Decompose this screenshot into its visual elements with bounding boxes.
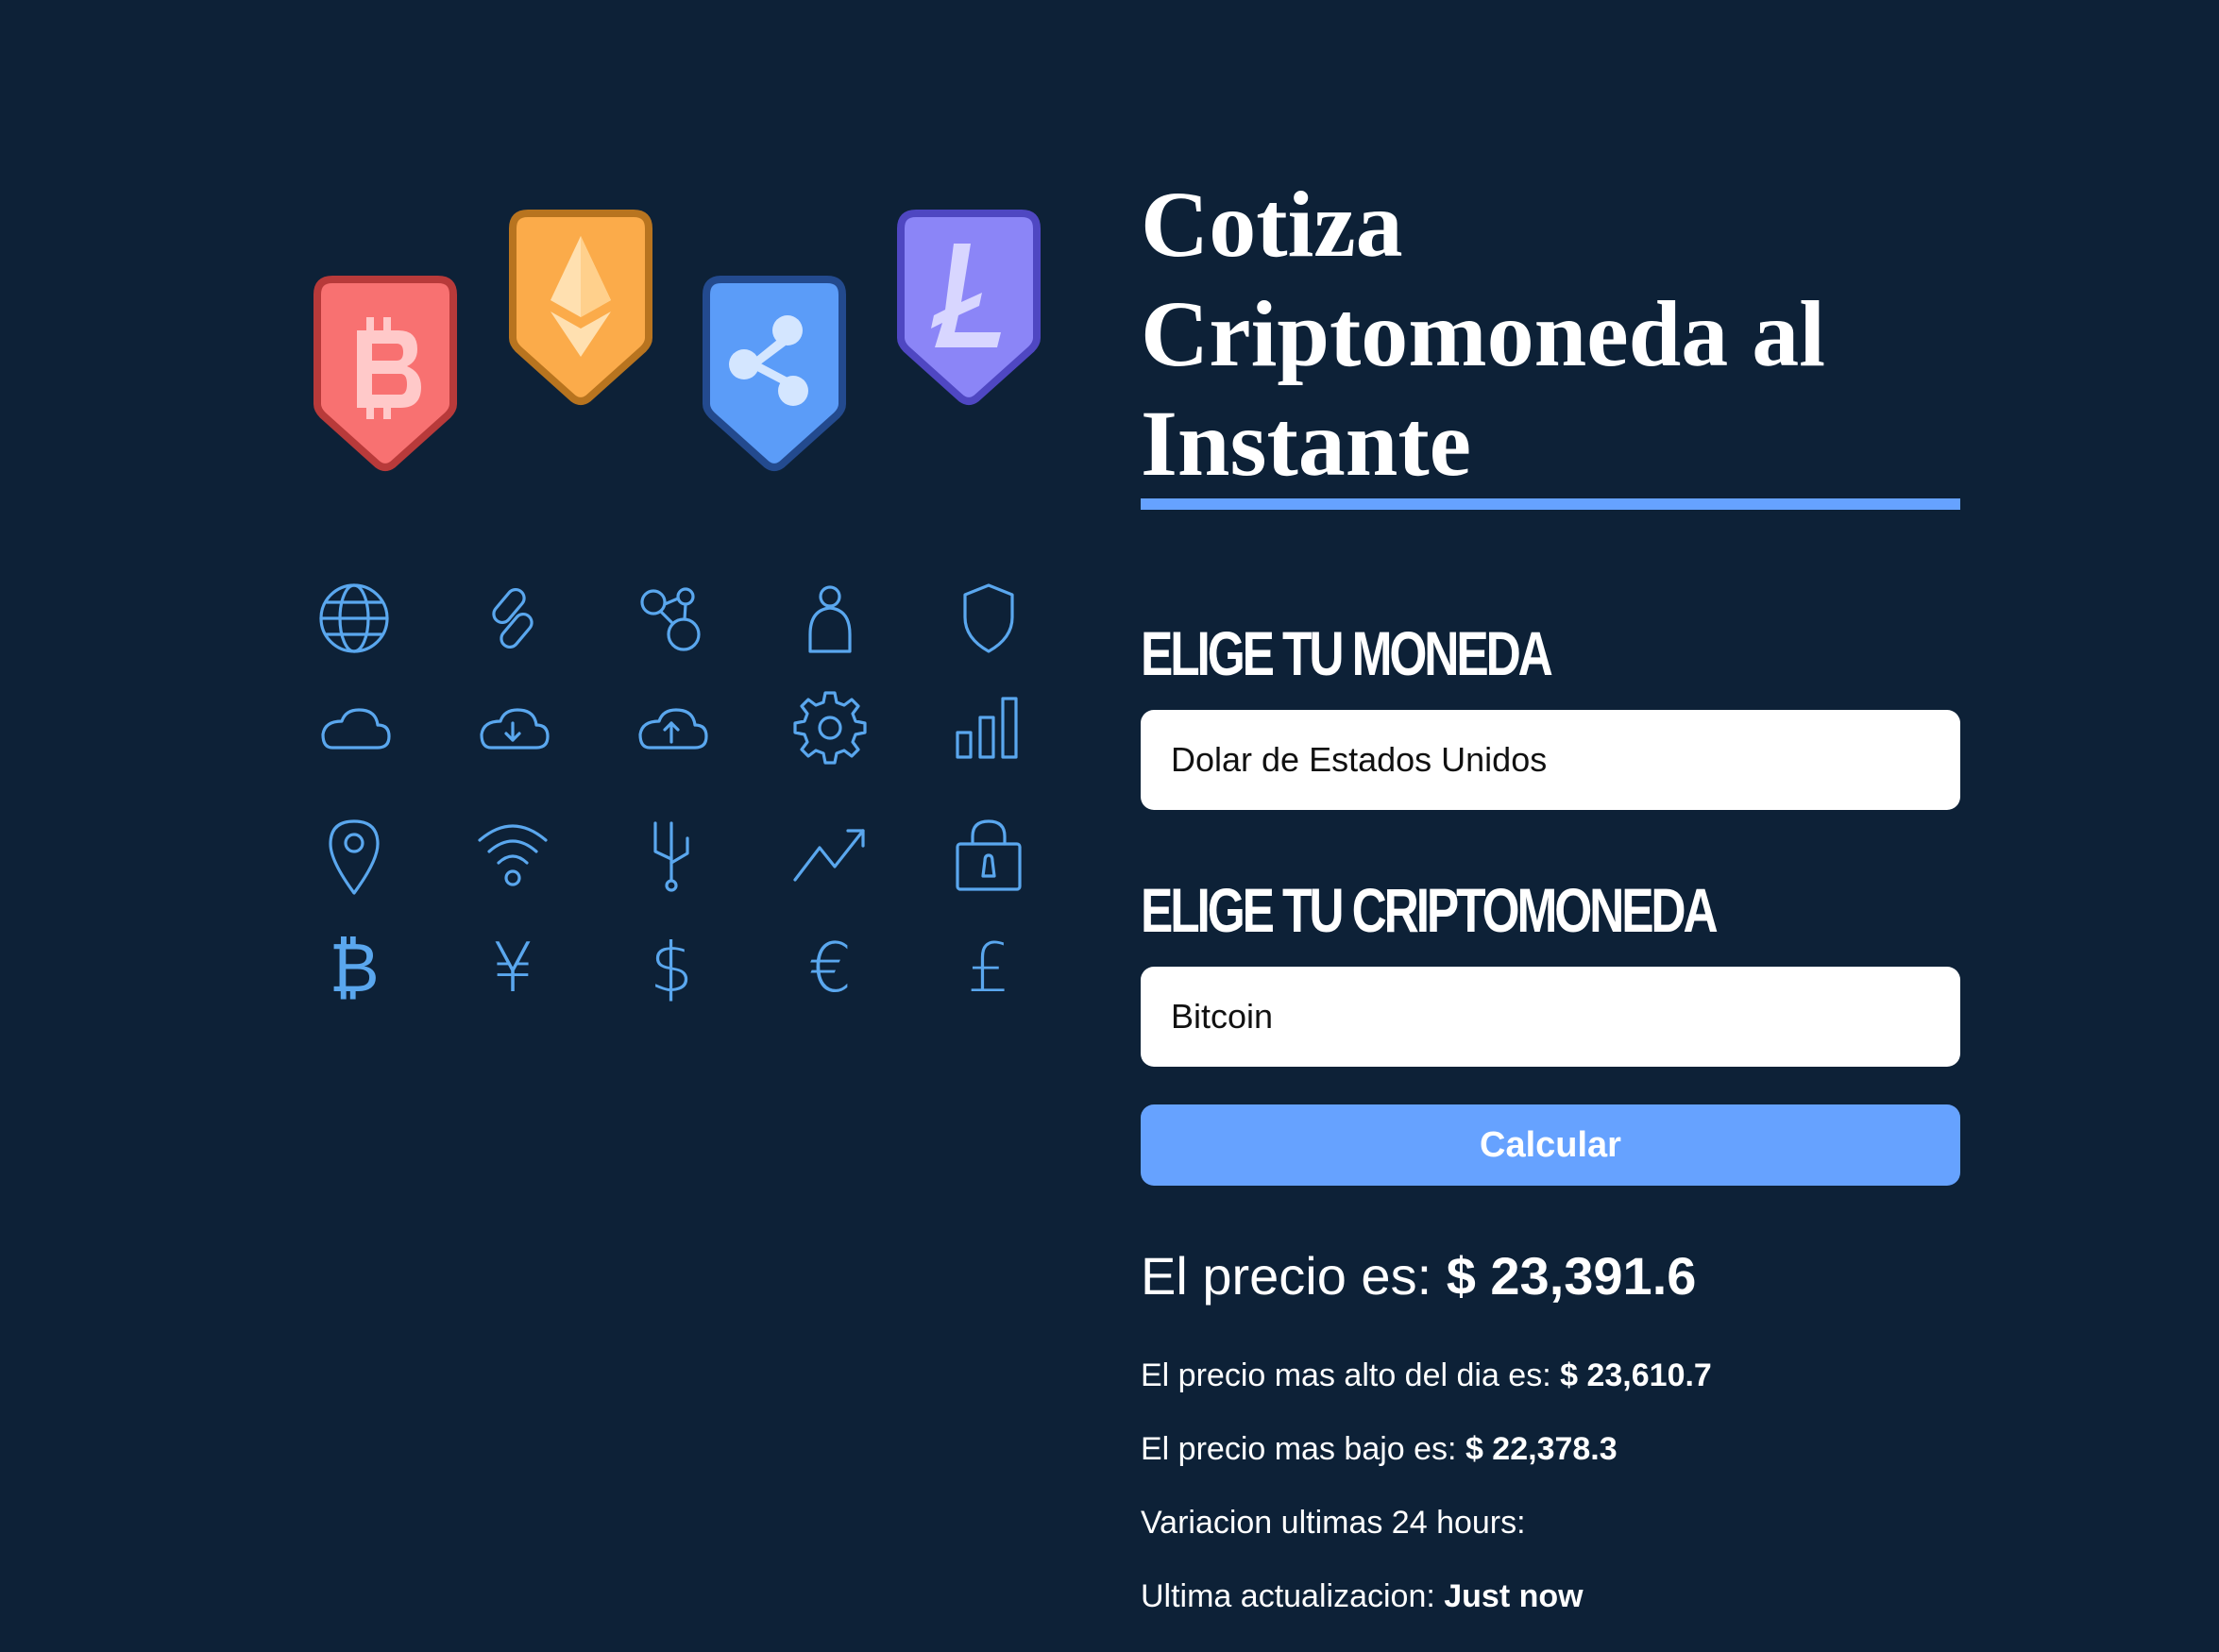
dollar-sign-icon: $ — [650, 928, 693, 1007]
cloud-upload-icon — [629, 685, 714, 770]
globe-icon — [312, 576, 397, 661]
euro-sign-icon: € — [808, 928, 852, 1007]
link-icon — [470, 576, 555, 661]
pound-sign-icon: £ — [967, 928, 1010, 1007]
ethereum-icon — [509, 210, 652, 405]
usb-icon — [629, 812, 714, 897]
bitcoin-icon — [313, 276, 457, 471]
network-icon — [629, 576, 714, 661]
padlock-icon — [946, 812, 1031, 897]
crypto-illustration: ₿ ¥ $ € £ — [283, 189, 1076, 1038]
page-title-line-3: Instante — [1141, 391, 1472, 496]
variation-label: Variacion ultimas 24 hours: — [1141, 1505, 1526, 1541]
currency-label: Elige tu Moneda — [1141, 618, 1553, 688]
low-price-value: $ 22,378.3 — [1465, 1431, 1618, 1467]
bar-chart-icon — [946, 685, 1031, 770]
gear-icon — [788, 685, 872, 770]
low-price-label: El precio mas bajo es: — [1141, 1431, 1457, 1467]
price-value: $ 23,391.6 — [1446, 1246, 1697, 1306]
trend-up-icon — [788, 812, 872, 897]
crypto-select[interactable]: Bitcoin — [1141, 967, 1960, 1067]
page-title-line-1: Cotiza — [1141, 172, 1403, 277]
icon-grid: ₿ ¥ $ € £ — [312, 576, 1105, 1048]
variation: Variacion ultimas 24 hours: — [1141, 1486, 1960, 1559]
wifi-icon — [470, 812, 555, 897]
cloud-icon — [312, 685, 397, 770]
location-pin-icon — [312, 812, 397, 897]
high-price: El precio mas alto del dia es: $ 23,610.… — [1141, 1339, 1960, 1412]
last-update-value: Just now — [1444, 1578, 1584, 1614]
yen-sign-icon: ¥ — [491, 928, 534, 1007]
crypto-label: Elige tu Criptomoneda — [1141, 875, 1719, 945]
last-update-label: Ultima actualizacion: — [1141, 1578, 1435, 1614]
calculate-button[interactable]: Calcular — [1141, 1104, 1960, 1186]
current-price: El precio es: $ 23,391.6 — [1141, 1239, 1960, 1314]
high-price-value: $ 23,610.7 — [1560, 1357, 1712, 1393]
shield-icon — [946, 576, 1031, 661]
bitcoin-sign-icon: ₿ — [329, 928, 380, 1007]
price-label: El precio es: — [1141, 1246, 1432, 1306]
quote-panel: Cotiza Criptomoneda al Instante Elige tu… — [1141, 170, 1960, 1633]
last-update: Ultima actualizacion: Just now — [1141, 1559, 1960, 1633]
page-title: Cotiza Criptomoneda al Instante — [1141, 170, 1960, 498]
user-icon — [788, 576, 872, 661]
bitcoin-badge — [312, 274, 459, 472]
litecoin-badge — [895, 208, 1042, 406]
quote-form: Elige tu Moneda Dolar de Estados Unidos … — [1141, 615, 1960, 1186]
litecoin-icon — [897, 210, 1041, 405]
page-title-line-2: Criptomoneda al — [1141, 281, 1825, 386]
ripple-icon — [703, 276, 846, 471]
high-price-label: El precio mas alto del dia es: — [1141, 1357, 1551, 1393]
result-section: El precio es: $ 23,391.6 El precio mas a… — [1141, 1239, 1960, 1633]
ethereum-badge — [507, 208, 654, 406]
low-price: El precio mas bajo es: $ 22,378.3 — [1141, 1412, 1960, 1486]
title-underline — [1141, 498, 1960, 510]
cloud-download-icon — [470, 685, 555, 770]
ripple-badge — [701, 274, 848, 472]
currency-select[interactable]: Dolar de Estados Unidos — [1141, 710, 1960, 810]
